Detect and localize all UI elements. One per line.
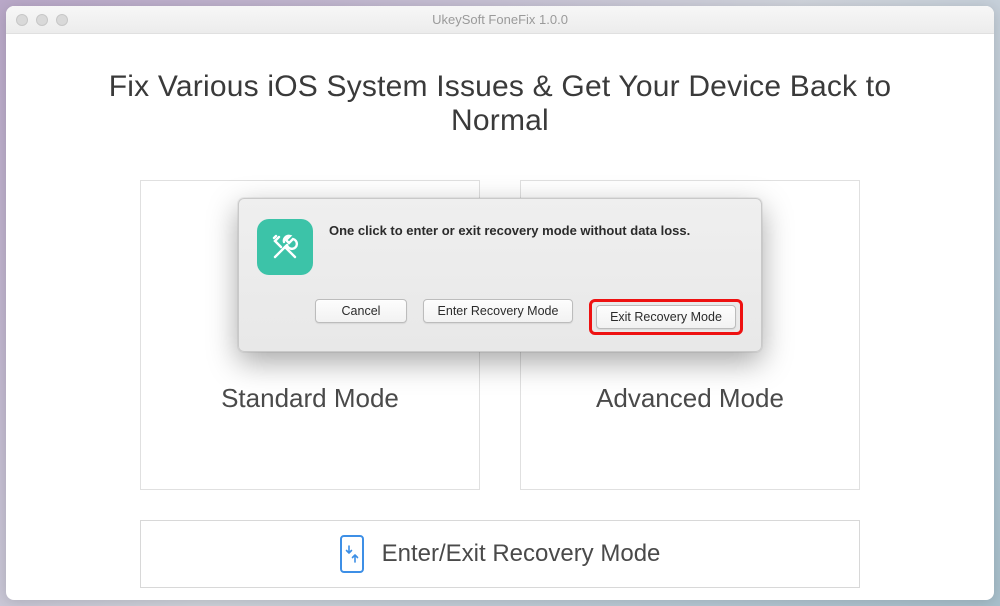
enter-exit-recovery-button[interactable]: Enter/Exit Recovery Mode xyxy=(140,520,860,588)
window-title: UkeySoft FoneFix 1.0.0 xyxy=(6,12,994,27)
advanced-mode-title: Advanced Mode xyxy=(596,383,784,414)
window-controls xyxy=(16,14,68,26)
page-title: Fix Various iOS System Issues & Get Your… xyxy=(62,70,938,138)
close-window-button[interactable] xyxy=(16,14,28,26)
phone-arrows-icon xyxy=(340,535,364,573)
titlebar: UkeySoft FoneFix 1.0.0 xyxy=(6,6,994,34)
dialog-buttons: Cancel Enter Recovery Mode Exit Recovery… xyxy=(257,299,743,335)
tools-icon xyxy=(257,219,313,275)
dialog-message: One click to enter or exit recovery mode… xyxy=(329,219,690,238)
highlight-annotation: Exit Recovery Mode xyxy=(589,299,743,335)
cancel-button[interactable]: Cancel xyxy=(315,299,407,323)
maximize-window-button[interactable] xyxy=(56,14,68,26)
recovery-mode-dialog: One click to enter or exit recovery mode… xyxy=(238,198,762,352)
enter-exit-recovery-label: Enter/Exit Recovery Mode xyxy=(382,540,661,568)
standard-mode-title: Standard Mode xyxy=(221,383,399,414)
exit-recovery-mode-button[interactable]: Exit Recovery Mode xyxy=(596,305,736,329)
minimize-window-button[interactable] xyxy=(36,14,48,26)
dialog-body: One click to enter or exit recovery mode… xyxy=(257,219,743,275)
enter-recovery-mode-button[interactable]: Enter Recovery Mode xyxy=(423,299,573,323)
